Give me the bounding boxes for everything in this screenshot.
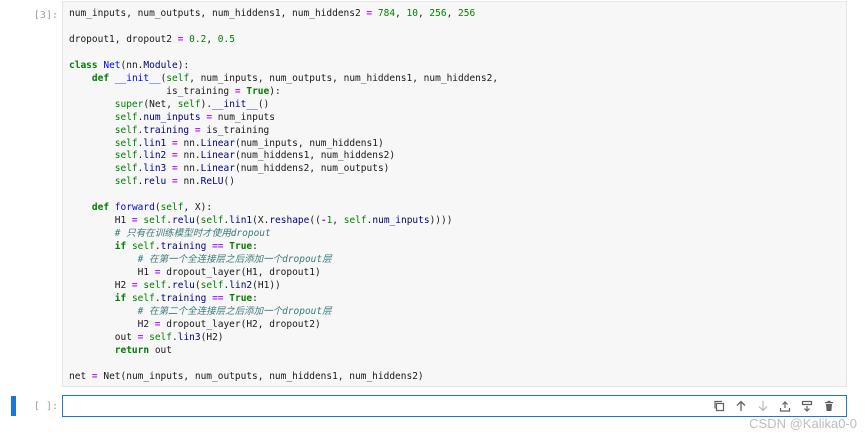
active-cell-indicator [11, 396, 16, 416]
cell-toolbar [710, 398, 838, 414]
insert-above-icon[interactable] [776, 398, 794, 414]
code-text: num_inputs, num_outputs, num_hiddens1, n… [69, 8, 499, 382]
code-cell-3[interactable]: [3]: num_inputs, num_outputs, num_hidden… [0, 0, 865, 388]
move-down-icon[interactable] [754, 398, 772, 414]
insert-below-icon[interactable] [798, 398, 816, 414]
watermark: CSDN @Kalika0-0 [749, 416, 857, 431]
delete-icon[interactable] [820, 398, 838, 414]
cell-prompt: [ ]: [33, 401, 58, 412]
empty-code-cell[interactable]: [ ]: [0, 392, 865, 420]
copy-icon[interactable] [710, 398, 728, 414]
cell-prompt: [3]: [33, 10, 58, 21]
cell-input[interactable] [62, 395, 847, 417]
code-editor[interactable]: num_inputs, num_outputs, num_hiddens1, n… [62, 1, 847, 387]
move-up-icon[interactable] [732, 398, 750, 414]
